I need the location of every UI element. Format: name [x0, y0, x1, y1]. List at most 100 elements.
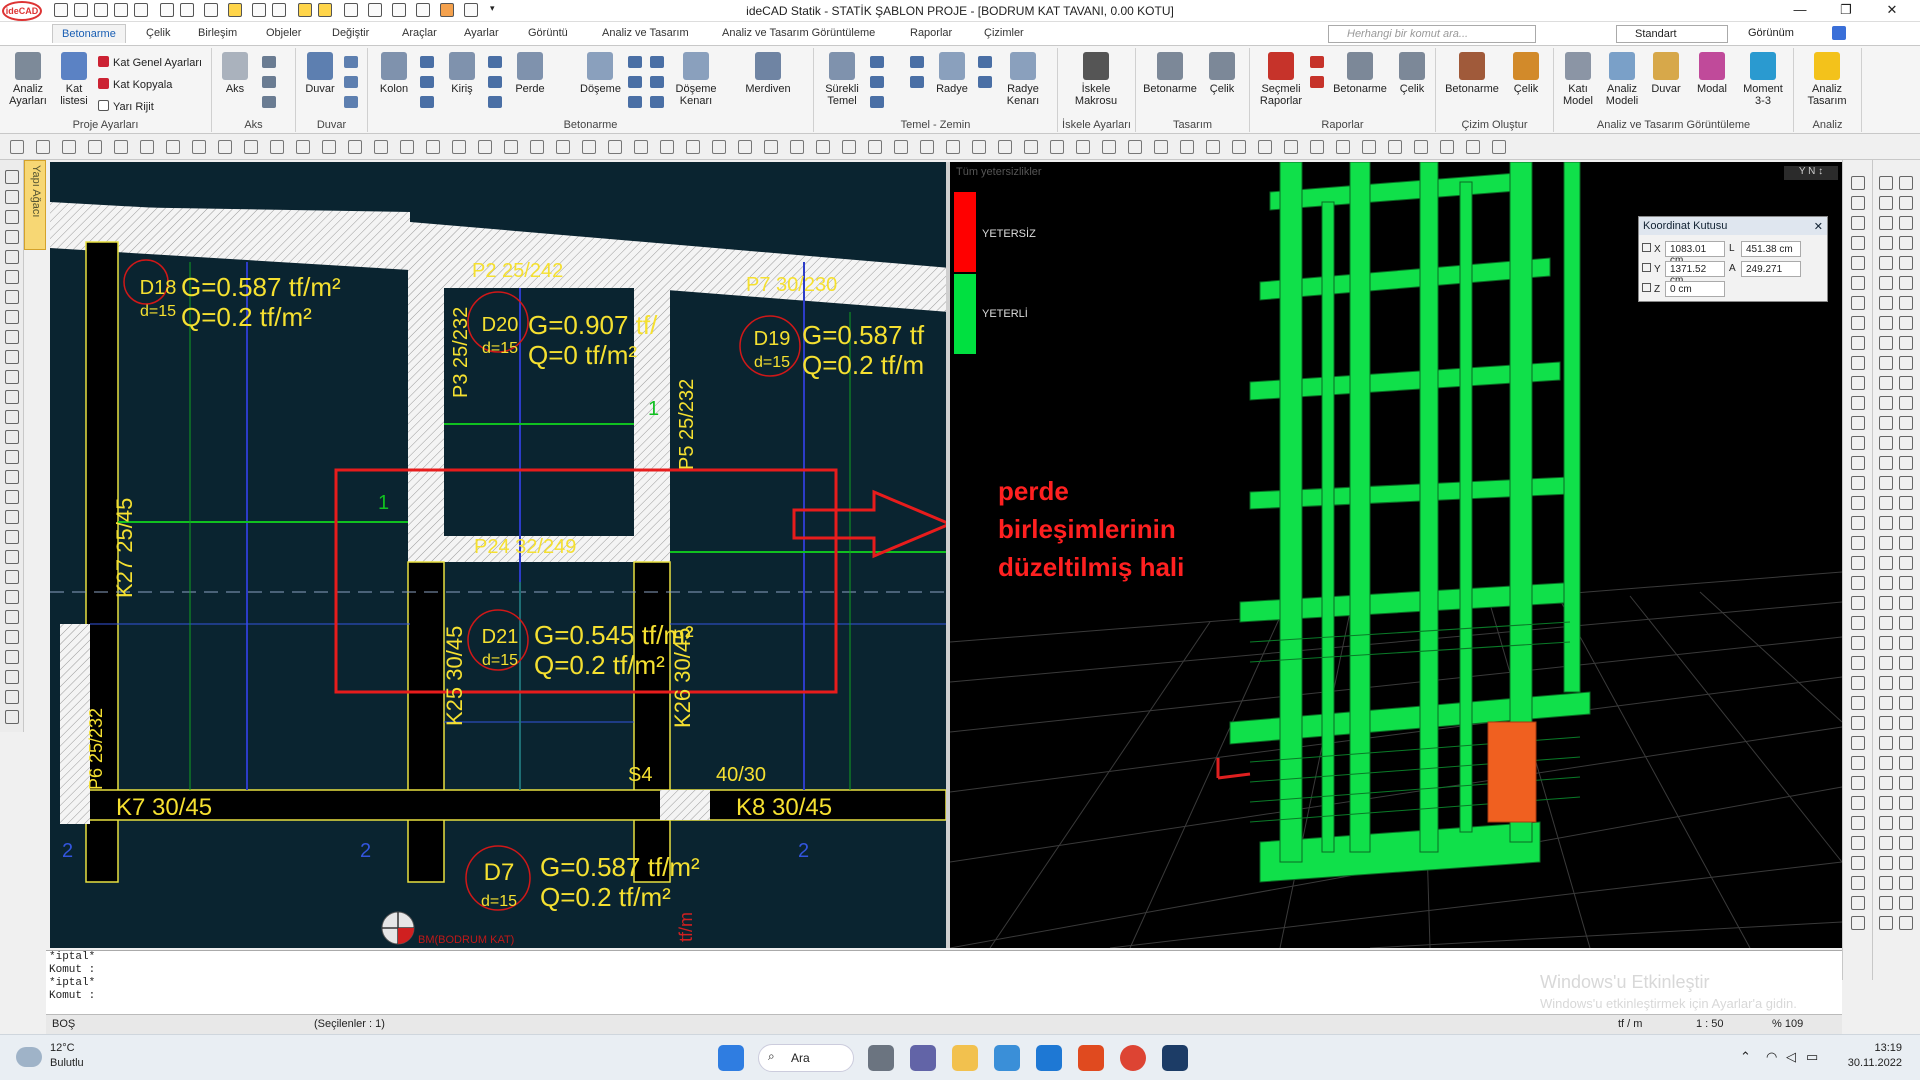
idecad-taskbar-icon[interactable]: [1162, 1045, 1188, 1071]
toolbar-tool-icon[interactable]: [244, 140, 258, 154]
slab-small-icon-3[interactable]: [628, 96, 642, 108]
mail-icon[interactable]: [1036, 1045, 1062, 1071]
right-tool-icon[interactable]: [1899, 196, 1913, 210]
analiz-ayarlari-button[interactable]: Analiz Ayarları: [6, 52, 50, 107]
column-small-icon-3[interactable]: [420, 96, 434, 108]
wifi-icon[interactable]: ◠: [1766, 1049, 1777, 1065]
tab-cizimler[interactable]: Çizimler: [984, 27, 1024, 39]
right-tool-icon[interactable]: [1851, 856, 1865, 870]
beam-small-icon-1[interactable]: [488, 56, 502, 68]
right-tool-icon[interactable]: [1879, 596, 1893, 610]
toolbar-tool-icon[interactable]: [946, 140, 960, 154]
right-tool-icon[interactable]: [1879, 336, 1893, 350]
right-tool-icon[interactable]: [1851, 216, 1865, 230]
perde-button[interactable]: Perde: [512, 52, 548, 95]
left-tool-icon[interactable]: [5, 610, 19, 624]
right-tool-icon[interactable]: [1851, 616, 1865, 630]
right-tool-icon[interactable]: [1879, 396, 1893, 410]
right-tool-icon[interactable]: [1899, 696, 1913, 710]
tab-araclar[interactable]: Araçlar: [402, 27, 437, 39]
right-tool-icon[interactable]: [1899, 756, 1913, 770]
status-unit[interactable]: tf / m: [1618, 1018, 1642, 1030]
toolbar-tool-icon[interactable]: [166, 140, 180, 154]
right-tool-icon[interactable]: [1899, 916, 1913, 930]
right-tool-icon[interactable]: [1879, 796, 1893, 810]
clock-date[interactable]: 30.11.2022: [1836, 1057, 1902, 1069]
toolbar-tool-icon[interactable]: [1180, 140, 1194, 154]
right-tool-icon[interactable]: [1879, 856, 1893, 870]
checkbox-icon[interactable]: [1642, 243, 1651, 252]
left-tool-icon[interactable]: [5, 490, 19, 504]
tab-birlesim[interactable]: Birleşim: [198, 27, 237, 39]
yari-rijit-checkbox[interactable]: Yarı Rijit: [98, 100, 154, 113]
right-tool-icon[interactable]: [1899, 336, 1913, 350]
right-tool-icon[interactable]: [1879, 436, 1893, 450]
tab-celik[interactable]: Çelik: [146, 27, 170, 39]
slab-small-icon-1[interactable]: [628, 56, 642, 68]
right-tool-icon[interactable]: [1851, 256, 1865, 270]
axis-arc-icon[interactable]: [262, 96, 276, 108]
tasarim-celik-button[interactable]: Çelik: [1202, 52, 1242, 95]
right-tool-icon[interactable]: [1879, 356, 1893, 370]
right-tool-icon[interactable]: [1899, 416, 1913, 430]
toolbar-tool-icon[interactable]: [1102, 140, 1116, 154]
toolbar-tool-icon[interactable]: [218, 140, 232, 154]
toolbar-tool-icon[interactable]: [1206, 140, 1220, 154]
right-tool-icon[interactable]: [1851, 296, 1865, 310]
right-tool-icon[interactable]: [1851, 576, 1865, 590]
right-tool-icon[interactable]: [1851, 496, 1865, 510]
pile-icon-1[interactable]: [910, 56, 924, 68]
right-tool-icon[interactable]: [1899, 596, 1913, 610]
right-tool-icon[interactable]: [1899, 276, 1913, 290]
right-tool-icon[interactable]: [1851, 396, 1865, 410]
toolbar-tool-icon[interactable]: [1154, 140, 1168, 154]
toolbar-tool-icon[interactable]: [972, 140, 986, 154]
footing-icon-2[interactable]: [870, 76, 884, 88]
right-tool-icon[interactable]: [1899, 676, 1913, 690]
toolbar-tool-icon[interactable]: [1310, 140, 1324, 154]
right-tool-icon[interactable]: [1879, 656, 1893, 670]
right-tool-icon[interactable]: [1899, 256, 1913, 270]
left-tool-icon[interactable]: [5, 210, 19, 224]
right-tool-icon[interactable]: [1879, 916, 1893, 930]
store-icon[interactable]: [994, 1045, 1020, 1071]
right-tool-icon[interactable]: [1851, 416, 1865, 430]
toolbar-tool-icon[interactable]: [270, 140, 284, 154]
toolbar-tool-icon[interactable]: [816, 140, 830, 154]
checkbox-icon[interactable]: [1642, 283, 1651, 292]
right-tool-icon[interactable]: [1851, 716, 1865, 730]
right-tool-icon[interactable]: [1899, 796, 1913, 810]
kat-genel-ayarlari-button[interactable]: Kat Genel Ayarları: [98, 56, 202, 69]
right-tool-icon[interactable]: [1879, 516, 1893, 530]
right-tool-icon[interactable]: [1879, 716, 1893, 730]
coord-z-value[interactable]: 0 cm: [1665, 281, 1725, 297]
toolbar-tool-icon[interactable]: [1024, 140, 1038, 154]
toolbar-tool-icon[interactable]: [374, 140, 388, 154]
right-tool-icon[interactable]: [1879, 176, 1893, 190]
right-tool-icon[interactable]: [1851, 556, 1865, 570]
radye-button[interactable]: Radye: [934, 52, 970, 95]
toolbar-tool-icon[interactable]: [556, 140, 570, 154]
right-tool-icon[interactable]: [1879, 816, 1893, 830]
right-tool-icon[interactable]: [1851, 336, 1865, 350]
toolbar-tool-icon[interactable]: [530, 140, 544, 154]
analiz-tasarim-button[interactable]: Analiz Tasarım: [1800, 52, 1854, 107]
toolbar-tool-icon[interactable]: [842, 140, 856, 154]
maximize-icon[interactable]: ❐: [1826, 2, 1866, 20]
toolbar-tool-icon[interactable]: [1414, 140, 1428, 154]
right-tool-icon[interactable]: [1851, 656, 1865, 670]
right-tool-icon[interactable]: [1851, 316, 1865, 330]
right-tool-icon[interactable]: [1851, 816, 1865, 830]
toolbar-tool-icon[interactable]: [400, 140, 414, 154]
right-tool-icon[interactable]: [1879, 696, 1893, 710]
column-small-icon-2[interactable]: [420, 76, 434, 88]
toolbar-tool-icon[interactable]: [10, 140, 24, 154]
toolbar-tool-icon[interactable]: [1050, 140, 1064, 154]
slab-small-icon-6[interactable]: [650, 96, 664, 108]
tray-chevron-icon[interactable]: ⌃: [1740, 1049, 1751, 1065]
right-tool-icon[interactable]: [1879, 636, 1893, 650]
gorunum-menu[interactable]: Görünüm: [1748, 27, 1794, 39]
yapi-agaci-tab[interactable]: Yapı Ağacı: [24, 160, 46, 250]
left-tool-icon[interactable]: [5, 350, 19, 364]
right-tool-icon[interactable]: [1851, 276, 1865, 290]
